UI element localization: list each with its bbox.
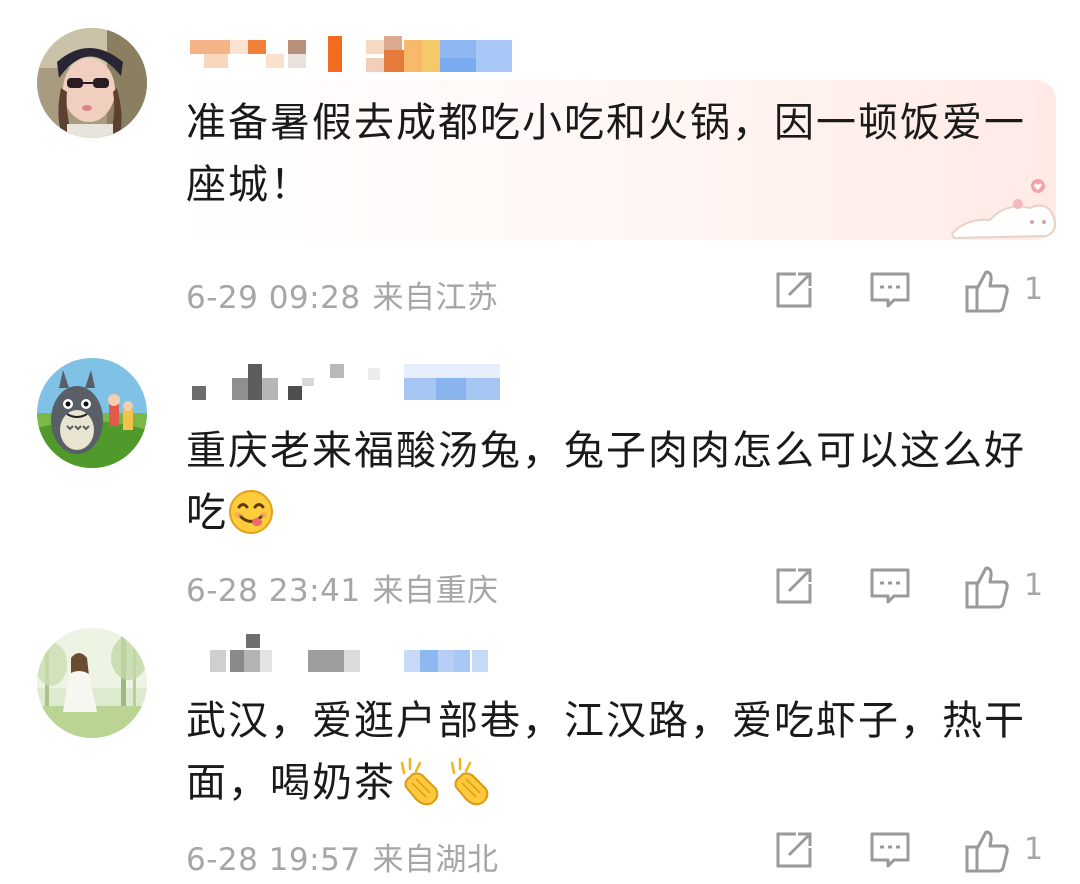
thumbs-up-icon[interactable] [964,828,1010,874]
avatar[interactable] [37,358,147,468]
comment-location: 来自湖北 [372,842,499,878]
share-icon[interactable] [772,828,816,872]
comment-actions: 1 [768,268,1058,316]
comment-item: 武汉，爱逛户部巷，江汉路，爱吃虾子，热干 面，喝奶茶 6-28 19:57 来自湖… [0,620,1080,884]
like-count: 1 [1024,568,1044,603]
comment-icon[interactable] [868,268,912,312]
share-icon[interactable] [772,564,816,608]
comment-text-line: 面，喝奶茶 [186,752,1026,814]
thumbs-up-icon[interactable] [964,564,1010,610]
username-mosaic[interactable] [190,36,530,76]
avatar[interactable] [37,628,147,738]
comment-text: 武汉，爱逛户部巷，江汉路，爱吃虾子，热干 面，喝奶茶 [186,690,1026,814]
like-count: 1 [1024,272,1044,307]
username-mosaic[interactable] [190,360,530,400]
comment-date: 6-29 09:28 [186,280,361,316]
comment-text-line: 准备暑假去成都吃小吃和火锅，因一顿饭爱一 [186,100,1026,146]
clapping-hands-emoji [450,757,489,806]
comment-list: 准备暑假去成都吃小吃和火锅，因一顿饭爱一 座城！ 6-29 09:28 来自江苏 [0,0,1080,884]
comment-date: 6-28 19:57 [186,842,361,878]
clapping-hands-emoji [400,757,439,806]
comment-icon[interactable] [868,564,912,608]
comment-text-fragment: 面，喝奶茶 [186,760,396,806]
comment-text-line: 座城！ [186,162,312,208]
thumbs-up-icon[interactable] [964,268,1010,314]
comment-text-line: 重庆老来福酸汤兔，兔子肉肉怎么可以这么好 [186,428,1026,474]
share-icon[interactable] [772,268,816,312]
comment-text-fragment: 吃 [186,490,228,536]
comment-text-line: 吃 [186,482,1026,544]
comment-item: 重庆老来福酸汤兔，兔子肉肉怎么可以这么好 吃 6-28 23:41 来自重庆 1 [0,330,1080,620]
comment-actions: 1 [768,564,1058,612]
comment-meta: 6-29 09:28 来自江苏 [186,272,499,317]
comment-text: 准备暑假去成都吃小吃和火锅，因一顿饭爱一 座城！ [186,92,1026,216]
comment-meta: 6-28 19:57 来自湖北 [186,834,499,879]
comment-actions: 1 [768,828,1058,876]
comment-text: 重庆老来福酸汤兔，兔子肉肉怎么可以这么好 吃 [186,420,1026,544]
comment-meta: 6-28 23:41 来自重庆 [186,565,499,610]
avatar[interactable] [37,28,147,138]
yum-face-emoji [229,490,273,534]
comment-text-line: 武汉，爱逛户部巷，江汉路，爱吃虾子，热干 [186,698,1026,744]
comment-location: 来自重庆 [372,573,499,609]
comment-location: 来自江苏 [372,280,499,316]
like-count: 1 [1024,832,1044,867]
username-mosaic[interactable] [190,632,530,672]
comment-icon[interactable] [868,828,912,872]
comment-date: 6-28 23:41 [186,573,361,609]
comment-item: 准备暑假去成都吃小吃和火锅，因一顿饭爱一 座城！ 6-29 09:28 来自江苏 [0,0,1080,330]
